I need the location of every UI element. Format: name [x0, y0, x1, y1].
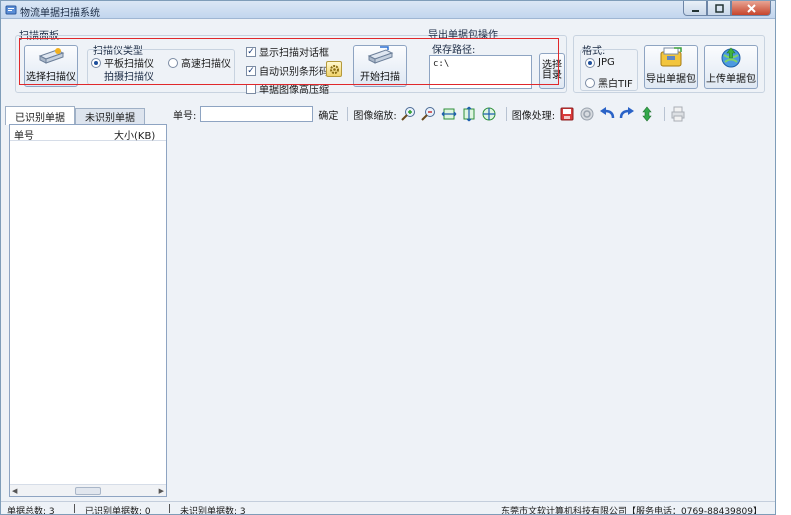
toolbar-separator: [664, 107, 666, 121]
rotate-right-icon[interactable]: [619, 106, 635, 122]
rotate-left-icon[interactable]: [599, 106, 615, 122]
maximize-button[interactable]: [707, 1, 731, 16]
tab-recognized[interactable]: 已识别单据: [5, 106, 75, 125]
desktop-background: [776, 0, 791, 515]
status-recognized-count: 已识别单据数: 0: [85, 507, 151, 515]
order-no-input[interactable]: [200, 106, 314, 122]
status-company-info: 东莞市文软计算机科技有限公司【服务电话：0769-88439809】: [501, 507, 762, 515]
toolbar-separator: [505, 107, 507, 121]
status-bar: 单据总数: 3 | 已识别单据数: 0 | 未识别单据数: 3 东莞市文软计算机…: [1, 501, 775, 515]
status-total-count: 单据总数: 3: [7, 507, 55, 515]
main-window: 物流单据扫描系统 扫描面板 选择扫描仪 扫描仪类型 平板扫描仪 高速扫描仪 拍摄…: [0, 0, 776, 515]
status-separator: |: [168, 504, 172, 514]
scroll-right-icon[interactable]: ▶: [159, 487, 164, 495]
tab-unrecognized[interactable]: 未识别单据: [75, 108, 145, 124]
zoom-in-icon[interactable]: [401, 106, 417, 122]
window-controls: [683, 1, 771, 17]
minimize-icon: [691, 9, 699, 12]
scroll-left-icon[interactable]: ◀: [12, 487, 17, 495]
zoom-out-icon[interactable]: [421, 106, 437, 122]
title-bar[interactable]: 物流单据扫描系统: [1, 1, 775, 19]
checkbox-box: [246, 83, 256, 94]
column-order-no[interactable]: 单号: [14, 127, 34, 142]
app-icon: [5, 5, 17, 15]
confirm-button[interactable]: 确定: [318, 107, 338, 122]
close-icon: [746, 3, 756, 13]
document-list[interactable]: 单号 大小(KB) ◀ ▶: [9, 124, 167, 497]
print-disabled-icon[interactable]: [670, 106, 686, 122]
fit-width-icon[interactable]: [441, 106, 457, 122]
fit-height-icon[interactable]: [461, 106, 477, 122]
format-panel-group: [573, 35, 765, 93]
minimize-button[interactable]: [683, 1, 707, 16]
zoom-label: 图像缩放:: [353, 110, 397, 122]
order-no-label: 单号:: [173, 110, 197, 122]
flip-vertical-icon[interactable]: [639, 106, 655, 122]
status-unrecognized-count: 未识别单据数: 3: [180, 507, 246, 515]
viewer-toolbar: 单号: 确定 图像缩放: 图像处理:: [173, 105, 690, 123]
highlight-frame: [19, 38, 559, 85]
horizontal-scrollbar[interactable]: ◀ ▶: [10, 484, 166, 496]
fit-page-icon[interactable]: [481, 106, 497, 122]
list-header: 单号 大小(KB): [10, 125, 166, 142]
maximize-icon: [714, 3, 724, 13]
toolbar-separator: [347, 107, 349, 121]
image-viewer[interactable]: [172, 125, 772, 500]
document-tabs: 已识别单据 未识别单据: [5, 106, 145, 125]
image-process-label: 图像处理:: [511, 110, 556, 122]
save-image-icon[interactable]: [559, 106, 575, 122]
tool-panel: 扫描面板 选择扫描仪 扫描仪类型 平板扫描仪 高速扫描仪 拍摄扫描仪 ✓ 显示扫…: [5, 23, 771, 98]
close-button[interactable]: [731, 1, 771, 16]
window-title: 物流单据扫描系统: [20, 8, 100, 19]
column-size[interactable]: 大小(KB): [114, 127, 155, 142]
cancel-disabled-icon[interactable]: [579, 106, 595, 122]
status-separator: |: [73, 504, 77, 514]
scroll-thumb[interactable]: [75, 486, 101, 495]
